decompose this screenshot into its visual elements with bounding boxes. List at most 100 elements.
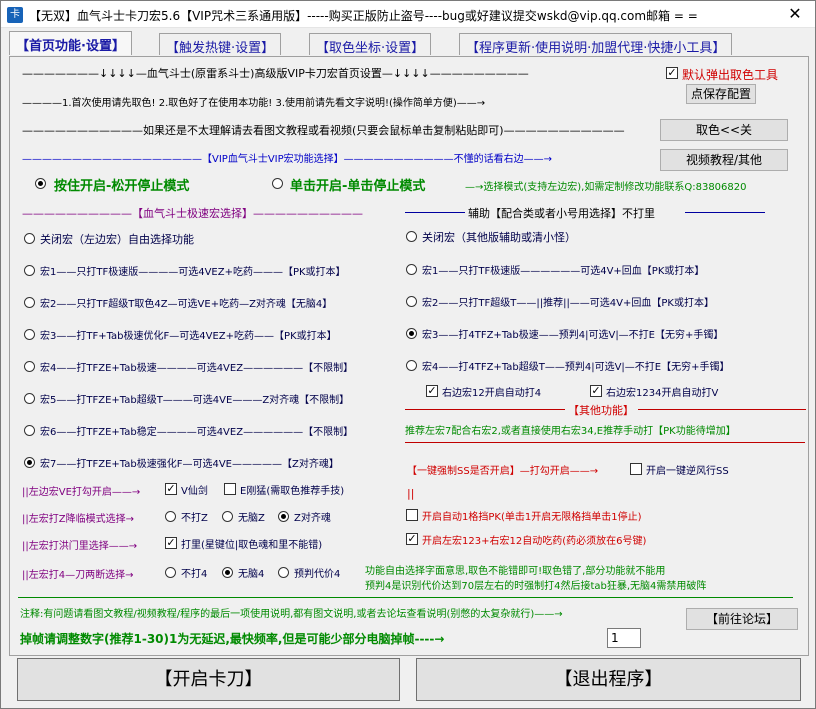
- mode-hold-label: 按住开启-松开停止模式: [54, 179, 190, 194]
- e-fierce-checkbox[interactable]: [224, 483, 236, 495]
- left-macro-4-radio[interactable]: [24, 361, 35, 372]
- right-auto4-checkbox[interactable]: ✓: [426, 385, 438, 397]
- footer-separator: [18, 597, 793, 598]
- li-row-label: ||左宏打洪门里选择——→: [22, 541, 138, 552]
- exit-button[interactable]: 【退出程序】: [416, 658, 801, 701]
- left-macro-7-radio[interactable]: [24, 457, 35, 468]
- tab-hotkey-settings[interactable]: 【触发热键·设置】: [159, 33, 282, 56]
- z-none-label: 不打Z: [181, 513, 208, 524]
- right-macro-4-label: 宏4——打4TFZ+Tab超级T——预判4|可选V|—不打E【无穷+手镯】: [422, 362, 730, 373]
- z-row-label: ||左宏打Z降临模式选择→: [22, 514, 134, 525]
- left-macro-3-radio[interactable]: [24, 329, 35, 340]
- frame-delay-input[interactable]: 1: [607, 628, 641, 648]
- header-line-1: ———————↓↓↓↓—血气斗士(原雷系斗士)高级版VIP卡刀宏首页设置—↓↓↓…: [22, 67, 529, 80]
- mode-toggle-radio[interactable]: [272, 178, 283, 189]
- auto-block-label: 开启自动1格挡PK(单击1开启无限格挡单击1停止): [422, 512, 642, 523]
- right-macro-off-radio[interactable]: [406, 231, 417, 242]
- right-macro-2-radio[interactable]: [406, 296, 417, 307]
- left-macro-2-label: 宏2——只打TF超级T取色4Z—可选VE+吃药—Z对齐魂【无脑4】: [40, 299, 333, 310]
- left-macro-1-label: 宏1——只打TF极速版————可选4VEZ+吃药———【PK或打本】: [40, 267, 346, 278]
- li-label: 打里(星键位|取色魂和里不能错): [181, 540, 323, 551]
- window-title: 【无双】血气斗士卡刀宏5.6【VIP咒术三系通用版】-----购买正版防止盗号-…: [29, 9, 698, 23]
- left-macro-6-radio[interactable]: [24, 425, 35, 436]
- force-ss-label: 【一键强制SS是否开启】—打勾开启——→: [407, 466, 599, 477]
- four-predict-label: 预判代价4: [294, 569, 341, 580]
- force-ss-chk-label: 开启一键逆风行SS: [646, 466, 729, 477]
- title-bar: 卡 【无双】血气斗士卡刀宏5.6【VIP咒术三系通用版】-----购买正版防止盗…: [1, 1, 815, 28]
- left-macro-1-radio[interactable]: [24, 265, 35, 276]
- right-macro-4-radio[interactable]: [406, 360, 417, 371]
- mode-hold-radio[interactable]: [35, 178, 46, 189]
- right-macro-2-label: 宏2——只打TF超级T——||推荐||——可选4V+回血【PK或打本】: [422, 298, 714, 309]
- main-window: 卡 【无双】血气斗士卡刀宏5.6【VIP咒术三系通用版】-----购买正版防止盗…: [0, 0, 816, 709]
- right-auto4-label: 右边宏12开启自动打4: [442, 388, 542, 399]
- z-align-label: Z对齐魂: [294, 513, 331, 524]
- left-macro-off-radio[interactable]: [24, 233, 35, 244]
- left-macro-2-radio[interactable]: [24, 297, 35, 308]
- right-autov-checkbox[interactable]: ✓: [590, 385, 602, 397]
- z-auto-radio[interactable]: [222, 511, 233, 522]
- color-pick-button[interactable]: 取色<<关: [660, 119, 788, 141]
- four-auto-label: 无脑4: [238, 569, 265, 580]
- li-checkbox[interactable]: ✓: [165, 537, 177, 549]
- footer-note: 注释:有问题请看图文教程/视频教程/程序的最后一项使用说明,都有图文说明,或者去…: [20, 609, 563, 620]
- v-sword-checkbox[interactable]: ✓: [165, 483, 177, 495]
- right-macro-1-radio[interactable]: [406, 264, 417, 275]
- z-auto-label: 无脑Z: [238, 513, 265, 524]
- left-macro-5-radio[interactable]: [24, 393, 35, 404]
- right-macro-1-label: 宏1——只打TF极速版——————可选4V+回血【PK或打本】: [422, 266, 705, 277]
- v-sword-label: V仙剑: [181, 486, 208, 497]
- left-macro-off-label: 关闭宏（左边宏）自由选择功能: [40, 233, 194, 246]
- four-none-label: 不打4: [181, 569, 208, 580]
- video-tutorial-button[interactable]: 视频教程/其他: [660, 149, 788, 171]
- ve-row-label: ||左边宏VE打勾开启——→: [22, 487, 141, 498]
- tab-updates-help[interactable]: 【程序更新·使用说明·加盟代理·快捷小工具】: [459, 33, 733, 56]
- auto-block-checkbox[interactable]: [406, 509, 418, 521]
- auto-potion-label: 开启左宏123+右宏12自动吃药(药必须放在6号键): [422, 536, 647, 547]
- right-group-title: 辅助【配合类或者小号用选择】不打里: [468, 207, 655, 220]
- start-button[interactable]: 【开启卡刀】: [17, 658, 400, 701]
- save-config-button[interactable]: 点保存配置: [686, 84, 756, 104]
- mode-note: —→选择模式(支持左边宏),如需定制修改功能联系Q:83806820: [465, 182, 747, 193]
- four-row-label: ||左宏打4—刀两断选择→: [22, 570, 134, 581]
- default-color-checkbox[interactable]: ✓: [666, 67, 678, 79]
- other-separator: [405, 442, 805, 443]
- force-ss-checkbox[interactable]: [630, 463, 642, 475]
- hint-line-1: 功能自由选择字面意思,取色不能错即可!取色错了,部分功能就不能用: [365, 566, 666, 577]
- home-panel: ———————↓↓↓↓—血气斗士(原雷系斗士)高级版VIP卡刀宏首页设置—↓↓↓…: [9, 56, 809, 656]
- left-macro-3-label: 宏3——打TF+Tab极速优化F—可选4VEZ+吃药——【PK或打本】: [40, 331, 337, 342]
- mode-toggle-label: 单击开启-单击停止模式: [290, 179, 426, 194]
- right-title-line-left: [405, 212, 465, 213]
- other-title: 【其他功能】: [568, 404, 634, 417]
- right-macro-3-radio[interactable]: [406, 328, 417, 339]
- left-macro-5-label: 宏5——打TFZE+Tab超级T———可选4VE———Z对齐魂【不限制】: [40, 395, 350, 406]
- default-color-label: 默认弹出取色工具: [682, 68, 779, 82]
- four-none-radio[interactable]: [165, 567, 176, 578]
- other-bars: ||: [407, 487, 415, 500]
- right-autov-label: 右边宏1234开启自动打V: [606, 388, 719, 399]
- header-line-3: ———————————如果还是不太理解请去看图文教程或看视频(只要会鼠标单击复制…: [22, 124, 625, 137]
- left-macro-6-label: 宏6——打TFZE+Tab稳定————可选4VEZ——————【不限制】: [40, 427, 354, 438]
- right-macro-off-label: 关闭宏（其他版辅助或清小怪）: [422, 231, 576, 244]
- forum-button[interactable]: 【前往论坛】: [686, 608, 798, 630]
- right-title-line-right: [685, 212, 765, 213]
- tab-color-coords[interactable]: 【取色坐标·设置】: [309, 33, 432, 56]
- z-align-radio[interactable]: [278, 511, 289, 522]
- other-desc: 推荐左宏7配合右宏2,或者直接使用右宏34,E推荐手动打【PK功能待增加】: [405, 426, 736, 437]
- e-fierce-label: E刚猛(需取色推荐手技): [240, 486, 345, 497]
- auto-potion-checkbox[interactable]: ✓: [406, 533, 418, 545]
- other-title-line-left: [405, 409, 565, 410]
- frame-label: 掉帧请调整数字(推荐1-30)1为无延迟,最快频率,但是可能少部分电脑掉帧---…: [20, 632, 445, 646]
- four-predict-radio[interactable]: [278, 567, 289, 578]
- other-title-line-right: [638, 409, 806, 410]
- app-icon: 卡: [7, 7, 23, 23]
- header-line-2: ————1.首次使用请先取色! 2.取色好了在使用本功能! 3.使用前请先看文字…: [22, 98, 486, 109]
- four-auto-radio[interactable]: [222, 567, 233, 578]
- tab-home-settings[interactable]: 【首页功能·设置】: [9, 31, 132, 55]
- left-macro-4-label: 宏4——打TFZE+Tab极速————可选4VEZ——————【不限制】: [40, 363, 354, 374]
- z-none-radio[interactable]: [165, 511, 176, 522]
- left-macro-7-label: 宏7——打TFZE+Tab极速强化F—可选4VE—————【Z对齐魂】: [40, 459, 339, 470]
- close-button[interactable]: ✕: [775, 1, 815, 27]
- right-macro-3-label: 宏3——打4TFZ+Tab极速——预判4|可选V|—不打E【无穷+手镯】: [422, 330, 724, 341]
- left-group-title: ——————————【血气斗士极速宏选择】——————————: [22, 207, 363, 220]
